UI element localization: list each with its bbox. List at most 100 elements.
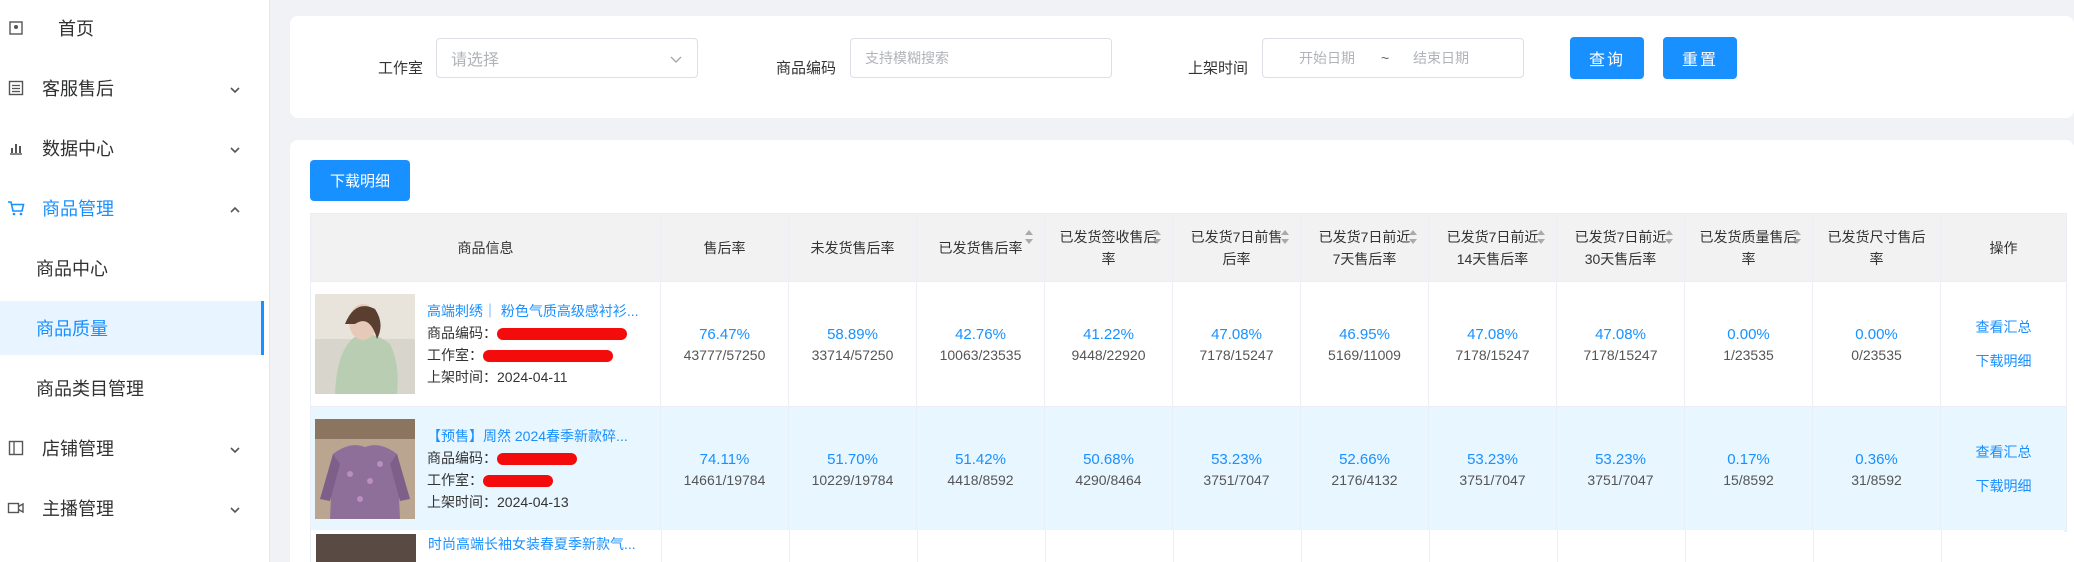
sort-icon[interactable] (1024, 228, 1034, 246)
header-cell: 商品信息 (310, 213, 661, 282)
ratio-value: 9448/22920 (1071, 346, 1146, 363)
ratio-value: 14661/19784 (683, 471, 766, 488)
ratio-value: 3751/7047 (1459, 471, 1526, 488)
submenu-item-category-management[interactable]: 商品类目管理 (0, 361, 264, 415)
sort-icon[interactable] (1408, 228, 1418, 246)
submenu-label: 商品质量 (36, 319, 108, 339)
rate-value: 53.23% (1211, 450, 1262, 468)
ratio-value: 3751/7047 (1203, 471, 1270, 488)
download-detail-link[interactable]: 下载明细 (1941, 469, 2066, 503)
menu-item-customer-service[interactable]: 客服售后 (0, 66, 269, 110)
menu-item-data-center[interactable]: 数据中心 (0, 126, 269, 170)
metric-cell: 52.66% 2176/4132 (1300, 406, 1429, 532)
header-label: 已发货7日前近14天售后率 (1446, 228, 1539, 267)
rate-value: 41.22% (1083, 325, 1134, 343)
product-thumbnail[interactable] (315, 294, 415, 394)
ratio-value: 15/8592 (1723, 471, 1774, 488)
query-button[interactable]: 查询 (1570, 37, 1644, 79)
rate-value: 42.76% (955, 325, 1006, 343)
menu-item-host-management[interactable]: 主播管理 (0, 486, 269, 530)
range-separator: ~ (1381, 50, 1390, 66)
sort-icon[interactable] (1280, 228, 1290, 246)
submenu-item-product-quality[interactable]: 商品质量 (0, 301, 264, 355)
ratio-value: 10229/19784 (811, 471, 894, 488)
reset-button[interactable]: 重置 (1663, 37, 1737, 79)
product-studio-line: 工作室： (427, 469, 655, 491)
menu-label: 商品管理 (42, 199, 114, 219)
quality-table: 商品信息 售后率 未发货售后率 已发货售后率 已发货签收售后率 已发货7日前售后… (310, 213, 2067, 532)
studio-prefix: 工作室： (427, 472, 483, 488)
time-prefix: 上架时间： (427, 494, 497, 510)
column-divider (1941, 530, 1942, 562)
sort-icon[interactable] (1792, 228, 1802, 246)
ratio-value: 3751/7047 (1587, 471, 1654, 488)
header-cell-sortable[interactable]: 已发货7日前近14天售后率 (1428, 213, 1557, 282)
product-thumbnail[interactable] (315, 419, 415, 519)
ratio-value: 7178/15247 (1199, 346, 1274, 363)
code-prefix: 商品编码： (427, 450, 497, 466)
rate-value: 47.08% (1595, 325, 1646, 343)
menu-item-home[interactable]: 首页 (0, 6, 269, 50)
header-cell-sortable[interactable]: 已发货7日前近7天售后率 (1300, 213, 1429, 282)
time-prefix: 上架时间： (427, 369, 497, 385)
column-divider (1045, 530, 1046, 562)
sort-icon[interactable] (1152, 228, 1162, 246)
header-cell-sortable[interactable]: 已发货7日前近30天售后率 (1556, 213, 1685, 282)
header-cell-sortable[interactable]: 已发货签收售后率 (1044, 213, 1173, 282)
download-detail-button[interactable]: 下载明细 (310, 160, 410, 201)
view-summary-link[interactable]: 查看汇总 (1941, 435, 2066, 469)
menu-label: 主播管理 (42, 499, 114, 519)
rate-value: 51.70% (827, 450, 878, 468)
end-date-input[interactable]: 结束日期 (1413, 48, 1469, 68)
start-date-input[interactable]: 开始日期 (1299, 48, 1355, 68)
product-thumbnail[interactable] (316, 534, 416, 562)
metric-cell: 47.08% 7178/15247 (1556, 281, 1685, 407)
product-info-cell: 高端刺绣｜ 粉色气质高级感衬衫... 商品编码： 工作室： 上架时间：2024-… (310, 281, 661, 407)
sort-icon[interactable] (1664, 228, 1674, 246)
ratio-value: 4418/8592 (947, 471, 1014, 488)
submenu-label: 商品类目管理 (36, 379, 144, 399)
sort-icon[interactable] (1536, 228, 1546, 246)
ratio-value: 2176/4132 (1331, 471, 1398, 488)
metric-cell: 74.11% 14661/19784 (660, 406, 789, 532)
product-name-link[interactable]: 时尚高端长袖女装春夏季新款气... (428, 534, 636, 554)
studio-label: 工作室 (378, 60, 424, 77)
product-name-link[interactable]: 【预售】周然 2024春季新款碎... (427, 425, 655, 447)
metric-cell: 53.23% 3751/7047 (1428, 406, 1557, 532)
header-cell-sortable[interactable]: 已发货7日前售后率 (1172, 213, 1301, 282)
date-range-picker[interactable]: 开始日期 ~ 结束日期 (1262, 38, 1524, 78)
code-label: 商品编码 (776, 60, 837, 77)
chevron-down-icon (228, 501, 242, 515)
rate-value: 47.08% (1211, 325, 1262, 343)
menu-item-shop-management[interactable]: 店铺管理 (0, 426, 269, 470)
header-label: 已发货签收售后率 (1059, 228, 1158, 267)
view-summary-link[interactable]: 查看汇总 (1941, 310, 2066, 344)
rate-value: 47.08% (1467, 325, 1518, 343)
rate-value: 74.11% (699, 450, 750, 468)
header-cell-sortable[interactable]: 已发货质量售后率 (1684, 213, 1813, 282)
studio-select[interactable]: 请选择 (436, 38, 698, 78)
header-cell-sortable[interactable]: 已发货售后率 (916, 213, 1045, 282)
submenu-item-product-center[interactable]: 商品中心 (0, 241, 264, 295)
metric-cell: 53.23% 3751/7047 (1556, 406, 1685, 532)
code-search-input[interactable]: 支持模糊搜索 (850, 38, 1112, 78)
rate-value: 0.17% (1727, 450, 1770, 468)
rate-value: 53.23% (1595, 450, 1646, 468)
ratio-value: 10063/23535 (939, 346, 1022, 363)
table-row: 高端刺绣｜ 粉色气质高级感衬衫... 商品编码： 工作室： 上架时间：2024-… (310, 281, 2067, 407)
rate-value: 0.00% (1855, 325, 1898, 343)
header-cell: 未发货售后率 (788, 213, 917, 282)
ratio-value: 7178/15247 (1583, 346, 1658, 363)
metric-cell: 42.76% 10063/23535 (916, 281, 1045, 407)
rate-value: 51.42% (955, 450, 1006, 468)
chevron-down-icon (669, 52, 683, 66)
product-name-link[interactable]: 高端刺绣｜ 粉色气质高级感衬衫... (427, 300, 655, 322)
table-panel: 下载明细 商品信息 售后率 未发货售后率 已发货售后率 已发货签收售后率 已发货… (290, 140, 2074, 562)
download-detail-link[interactable]: 下载明细 (1941, 344, 2066, 378)
menu-item-product-management[interactable]: 商品管理 (0, 186, 269, 230)
header-label: 已发货售后率 (938, 239, 1023, 256)
menu-label: 店铺管理 (42, 439, 114, 459)
table-row: 【预售】周然 2024春季新款碎... 商品编码： 工作室： 上架时间：2024… (310, 406, 2067, 532)
shop-icon (6, 438, 26, 458)
time-label: 上架时间 (1188, 60, 1249, 77)
